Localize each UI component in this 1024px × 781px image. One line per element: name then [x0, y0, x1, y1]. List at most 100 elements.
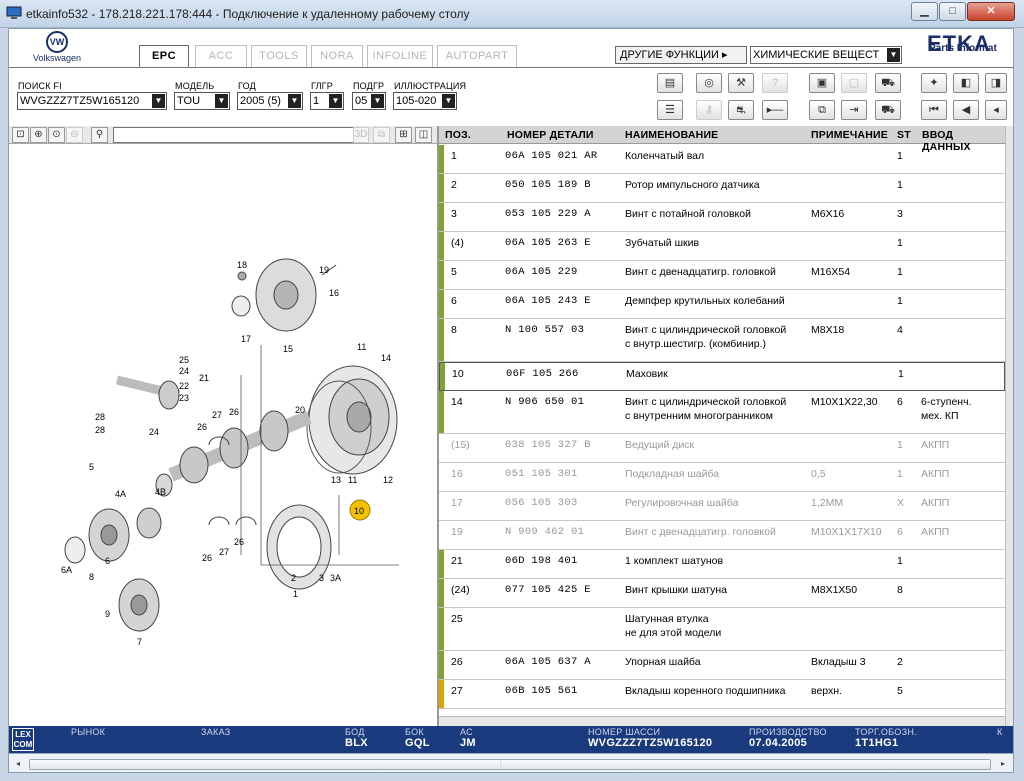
vehicle-button[interactable]: ⛐ [728, 100, 754, 120]
col-note[interactable]: ПРИМЕЧАНИЕ [811, 129, 888, 141]
scroll-left-icon[interactable]: ◂ [12, 758, 24, 770]
table-row[interactable]: 19 N 909 462 01 Винт с двенадцатигр. голов… [439, 521, 1005, 550]
callout-label: 25 [179, 355, 189, 365]
table-row[interactable]: (24) 077 105 425 E Винт крышки шатуна M8X1X… [439, 579, 1005, 608]
zoom-in-button[interactable]: ⊕ [30, 127, 47, 143]
table-row[interactable]: 27 06B 105 561 Вкладыш коренного подшипник… [439, 680, 1005, 709]
col-part-number[interactable]: НОМЕР ДЕТАЛИ [507, 129, 594, 141]
table-row[interactable]: 16 051 105 301 Подкладная шайба 0,5 1 АКПП [439, 463, 1005, 492]
play-button[interactable]: ▸— [762, 100, 788, 120]
sub-group-select[interactable]: 05 ▼ [352, 92, 386, 110]
table-row[interactable]: 5 06A 105 229 Винт с двенадцатигр. головко… [439, 261, 1005, 290]
help-button[interactable]: ? [762, 73, 788, 93]
table-row[interactable]: 8 N 100 557 03 Винт с цилиндрической голов… [439, 319, 1005, 362]
back-button[interactable]: ◀ [953, 100, 979, 120]
zoom-area-button[interactable]: ⊙ [48, 127, 65, 143]
maximize-button[interactable]: □ [939, 2, 966, 21]
chevron-down-icon[interactable]: ▼ [152, 94, 165, 108]
col-name[interactable]: НАИМЕНОВАНИЕ [625, 129, 718, 141]
col-pos[interactable]: ПОЗ. [445, 129, 471, 141]
forward-button[interactable]: ◂ [985, 100, 1007, 120]
model-select[interactable]: TOU ▼ [174, 92, 230, 110]
export-button[interactable]: ⇥ [841, 100, 867, 120]
grid-vertical-scrollbar[interactable] [1005, 126, 1013, 726]
main-group-select[interactable]: 1 ▼ [310, 92, 344, 110]
minimize-button[interactable]: ▁ [911, 2, 938, 21]
table-row[interactable]: 14 N 906 650 01 Винт с цилиндрической голо… [439, 391, 1005, 434]
image-search-input[interactable] [113, 127, 369, 143]
table-row[interactable]: 1 06A 105 021 AR Коленчатый вал 1 [439, 145, 1005, 174]
first-button[interactable]: ⏮ [921, 100, 947, 120]
scroll-thumb[interactable]: ⦙ [29, 759, 991, 770]
col-st[interactable]: ST [897, 129, 911, 141]
tab-epc[interactable]: EPC [139, 45, 189, 68]
cell-pos: 6 [451, 295, 457, 307]
print-button[interactable]: ▤ [657, 73, 683, 93]
callout-label: 5 [89, 462, 94, 472]
table-row[interactable]: 2 050 105 189 B Ротор импульсного датчика 1 [439, 174, 1005, 203]
table-row[interactable]: 17 056 105 303 Регулировочная шайба 1,2MM X А… [439, 492, 1005, 521]
cart-add-button[interactable]: ⛟ [875, 73, 901, 93]
table-row[interactable]: 3 053 105 229 A Винт с потайной головкой M6… [439, 203, 1005, 232]
depot-button[interactable]: ▢ [841, 73, 867, 93]
search-fi-select[interactable]: WVGZZZ7TZ5W165120 ▼ [17, 92, 167, 110]
remote-horizontal-scrollbar[interactable]: ◂ ⦙ ▸ [9, 753, 1013, 772]
table-row[interactable]: 21 06D 198 401 1 комплект шатунов 1 [439, 550, 1005, 579]
callout-label: 28 [95, 425, 105, 435]
table-row[interactable]: 25 Шатунная втулка не для этой модели [439, 608, 1005, 651]
cell-name-line2: с внутр.шестигр. (комбинир.) [625, 338, 766, 350]
question-icon: ? [771, 77, 779, 89]
tab-infoline[interactable]: INFOLINE [367, 45, 433, 67]
chevron-down-icon[interactable]: ▼ [329, 94, 342, 108]
tab-nora[interactable]: NORA [311, 45, 363, 67]
list-button[interactable]: ☰ [657, 100, 683, 120]
chevron-down-icon[interactable]: ▼ [887, 48, 900, 62]
shopping-cart-button[interactable]: ⛟ [875, 100, 901, 120]
chevron-down-icon[interactable]: ▼ [442, 94, 455, 108]
view-3d-button[interactable]: 3D [353, 127, 369, 143]
callout-label: 4B [155, 487, 166, 497]
next-page-button[interactable]: ◨ [985, 73, 1007, 93]
table-row[interactable]: 6 06A 105 243 E Демпфер крутильных колебан… [439, 290, 1005, 319]
cell-st: 6 [897, 526, 903, 538]
tab-autopart[interactable]: AUTOPART [437, 45, 517, 67]
tools-button[interactable]: ⚒ [728, 73, 754, 93]
vehicle-info-bar: LEX COM РЫНОК ЗАКАЗ БОД BLX БОК GQL АС J… [9, 726, 1013, 753]
other-functions-button[interactable]: ДРУГИЕ ФУНКЦИИ ▸ [615, 46, 747, 64]
table-row[interactable]: (15) 038 105 327 B Ведущий диск 1 АКПП [439, 434, 1005, 463]
tab-acc[interactable]: ACC [195, 45, 247, 67]
copy-button[interactable]: ⧉ [809, 100, 835, 120]
split-view-button[interactable]: ◫ [415, 127, 432, 143]
layout-button[interactable]: ⊞ [395, 127, 412, 143]
key-button[interactable]: ⚷ [696, 100, 722, 120]
parts-illustration[interactable]: 19 18 16 17 15 25 24 21 22 23 28 28 24 2… [9, 145, 437, 725]
elsa-button[interactable]: ▣ [809, 73, 835, 93]
grid-horizontal-scrollbar[interactable] [439, 716, 1005, 726]
prev-page-button[interactable]: ◧ [953, 73, 979, 93]
production-label: ПРОИЗВОДСТВО [749, 727, 827, 737]
window-frame-right [1014, 28, 1024, 781]
pin-button[interactable]: ✦ [921, 73, 947, 93]
search-button[interactable]: ⚲ [91, 127, 108, 143]
functions-select[interactable]: ХИМИЧЕСКИЕ ВЕЩЕСТ ▼ [750, 46, 902, 64]
disc-button[interactable]: ◎ [696, 73, 722, 93]
close-button[interactable]: ✕ [967, 2, 1015, 21]
copy-image-button[interactable]: ⧉ [373, 127, 390, 143]
table-row[interactable]: 10 06F 105 266 Маховик 1 [439, 362, 1005, 391]
scroll-right-icon[interactable]: ▸ [997, 758, 1009, 770]
table-row[interactable]: (4) 06A 105 263 E Зубчатый шкив 1 [439, 232, 1005, 261]
table-row[interactable]: 26 06A 105 637 A Упорная шайба Вкладыш 3 2 [439, 651, 1005, 680]
illustration-select[interactable]: 105-020 ▼ [393, 92, 457, 110]
zoom-out-button[interactable]: ⊖ [66, 127, 83, 143]
chevron-down-icon[interactable]: ▼ [288, 94, 301, 108]
callout-label: 9 [105, 609, 110, 619]
tab-tools[interactable]: TOOLS [251, 45, 307, 67]
cell-pos: 14 [451, 396, 463, 408]
chevron-down-icon[interactable]: ▼ [215, 94, 228, 108]
year-select[interactable]: 2005 (5) ▼ [237, 92, 303, 110]
layout-icon: ⊞ [399, 129, 408, 140]
window-frame-bottom [0, 773, 1024, 781]
cell-name: Вкладыш коренного подшипника [625, 685, 786, 697]
zoom-fit-button[interactable]: ⊡ [12, 127, 29, 143]
chevron-down-icon[interactable]: ▼ [371, 94, 384, 108]
